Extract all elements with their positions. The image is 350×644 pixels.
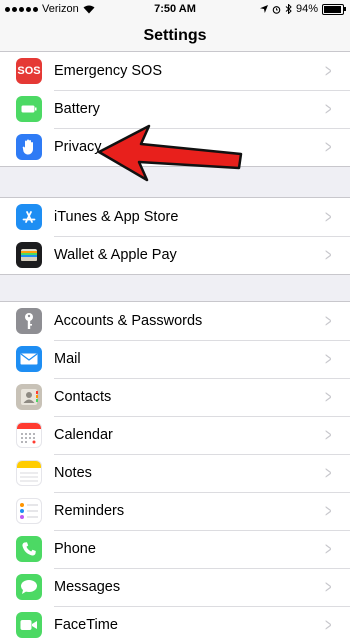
location-icon xyxy=(259,5,268,13)
settings-row-calendar[interactable]: Calendar > xyxy=(0,416,350,454)
chevron-right-icon: > xyxy=(325,136,332,157)
chevron-right-icon: > xyxy=(325,310,332,331)
facetime-icon xyxy=(16,612,42,638)
alarm-icon xyxy=(272,5,281,14)
chevron-right-icon: > xyxy=(325,60,332,81)
contacts-icon xyxy=(16,384,42,410)
chevron-right-icon: > xyxy=(325,462,332,483)
status-bar: Verizon 7:50 AM 94% xyxy=(0,0,350,18)
messages-icon xyxy=(16,574,42,600)
row-label: Calendar xyxy=(54,427,113,443)
app-store-icon xyxy=(16,204,42,230)
notes-icon xyxy=(16,460,42,486)
red-arrow-annotation xyxy=(97,124,243,182)
settings-group-2: iTunes & App Store > Wallet & Apple Pay … xyxy=(0,197,350,275)
settings-row-accounts-passwords[interactable]: Accounts & Passwords > xyxy=(0,302,350,340)
chevron-right-icon: > xyxy=(325,424,332,445)
chevron-right-icon: > xyxy=(325,206,332,227)
key-icon xyxy=(16,308,42,334)
settings-row-contacts[interactable]: Contacts > xyxy=(0,378,350,416)
row-label: iTunes & App Store xyxy=(54,209,179,225)
row-label: Battery xyxy=(54,101,100,117)
calendar-icon xyxy=(16,422,42,448)
row-label: Messages xyxy=(54,579,121,595)
settings-row-phone[interactable]: Phone > xyxy=(0,530,350,568)
settings-group-3: Accounts & Passwords > Mail > Contacts >… xyxy=(0,301,350,644)
settings-row-facetime[interactable]: FaceTime > xyxy=(0,606,350,644)
chevron-right-icon: > xyxy=(325,98,332,119)
phone-icon xyxy=(16,536,42,562)
settings-row-emergency-sos[interactable]: SOS Emergency SOS > xyxy=(0,52,350,90)
battery-status-icon xyxy=(322,3,346,15)
sos-icon: SOS xyxy=(16,58,42,84)
battery-icon xyxy=(16,96,42,122)
row-label: Accounts & Passwords xyxy=(54,313,203,329)
settings-row-messages[interactable]: Messages > xyxy=(0,568,350,606)
chevron-right-icon: > xyxy=(325,614,332,635)
chevron-right-icon: > xyxy=(325,386,332,407)
settings-row-mail[interactable]: Mail > xyxy=(0,340,350,378)
row-label: Notes xyxy=(54,465,92,481)
row-label: Reminders xyxy=(54,503,125,519)
mail-icon xyxy=(16,346,42,372)
page-title: Settings xyxy=(143,27,207,44)
battery-percent: 94% xyxy=(295,3,318,15)
settings-row-notes[interactable]: Notes > xyxy=(0,454,350,492)
row-label: Mail xyxy=(54,351,81,367)
row-label: Emergency SOS xyxy=(54,63,162,79)
chevron-right-icon: > xyxy=(325,348,332,369)
row-label: Contacts xyxy=(54,389,112,405)
reminders-icon xyxy=(16,498,42,524)
nav-bar: Settings xyxy=(0,18,350,54)
bluetooth-icon xyxy=(285,4,292,14)
chevron-right-icon: > xyxy=(325,244,332,265)
settings-row-wallet-apple-pay[interactable]: Wallet & Apple Pay > xyxy=(0,236,350,274)
wallet-icon xyxy=(16,242,42,268)
settings-row-itunes-app-store[interactable]: iTunes & App Store > xyxy=(0,198,350,236)
row-label: Phone xyxy=(54,541,96,557)
row-label: Wallet & Apple Pay xyxy=(54,247,177,263)
row-label: FaceTime xyxy=(54,617,118,633)
chevron-right-icon: > xyxy=(325,538,332,559)
hand-icon xyxy=(16,134,42,160)
chevron-right-icon: > xyxy=(325,576,332,597)
settings-row-reminders[interactable]: Reminders > xyxy=(0,492,350,530)
chevron-right-icon: > xyxy=(325,500,332,521)
